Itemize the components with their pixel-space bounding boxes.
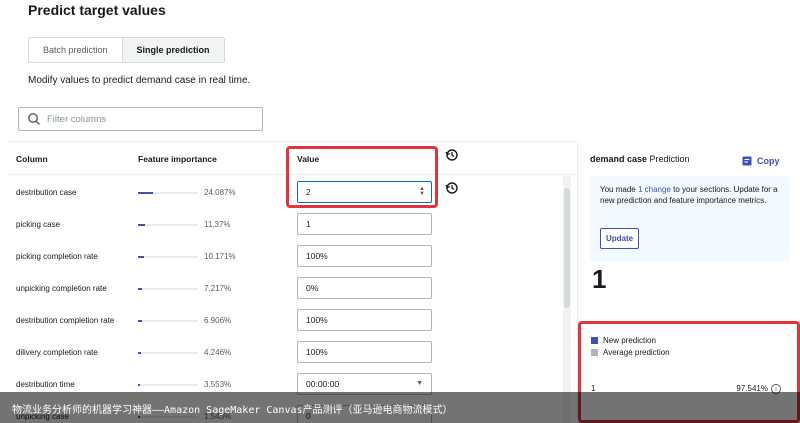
importance-bar — [138, 192, 198, 194]
column-name: dilivery completion rate — [16, 348, 98, 357]
history-icon[interactable] — [445, 148, 459, 162]
value-text: 00:00:00 — [306, 379, 340, 389]
value-text: 100% — [306, 251, 328, 261]
column-name: destribution completion rate — [16, 316, 115, 325]
table-scrollbar[interactable] — [563, 176, 571, 423]
reset-value-icon[interactable] — [445, 181, 459, 195]
column-name: destribution time — [16, 380, 75, 389]
value-input[interactable]: 1 — [297, 213, 432, 235]
table-header: Column Feature importance Value — [8, 141, 575, 175]
importance-bar-fill — [138, 288, 143, 290]
table-row: destribution completion rate 6.906% 100% — [8, 305, 563, 337]
page-title: Predict target values — [28, 2, 166, 18]
copy-label: Copy — [757, 156, 780, 166]
column-name: picking case — [16, 220, 61, 229]
value-text: 2 — [306, 187, 311, 197]
value-input[interactable]: 100% — [297, 341, 432, 363]
importance-bar — [138, 224, 198, 226]
legend-label-new: New prediction — [603, 335, 656, 345]
importance-bar — [138, 352, 198, 354]
column-header: Column — [16, 154, 48, 164]
update-button[interactable]: Update — [600, 228, 640, 249]
importance-percent: 11.37% — [204, 220, 231, 229]
legend-swatch-new — [591, 336, 598, 344]
legend-swatch-average — [591, 348, 598, 356]
value-text: 100% — [306, 315, 328, 325]
importance-percent: 6.906% — [204, 316, 232, 325]
filter-columns-field[interactable] — [18, 107, 263, 131]
legend-average-prediction: Average prediction — [591, 346, 670, 358]
prediction-value: 1 — [592, 264, 607, 294]
tab-batch-prediction[interactable]: Batch prediction — [29, 38, 122, 62]
importance-percent: 7.217% — [204, 284, 232, 293]
importance-bar-fill — [138, 256, 145, 258]
legend-new-prediction: New prediction — [591, 334, 670, 346]
importance-header: Feature importance — [138, 154, 217, 164]
feature-table: Column Feature importance Value destribu… — [8, 141, 575, 423]
search-icon — [28, 113, 40, 125]
chevron-down-icon[interactable]: ▼ — [416, 380, 423, 387]
importance-bar-fill — [138, 224, 146, 226]
column-name: unpicking completion rate — [16, 284, 107, 293]
copy-icon — [742, 156, 752, 166]
value-input[interactable]: 0% — [297, 277, 432, 299]
table-row: unpicking completion rate 7.217% 0% — [8, 273, 563, 305]
importance-bar — [138, 320, 198, 322]
importance-percent: 4.246% — [204, 348, 232, 357]
number-stepper-icon[interactable]: ▲ ▼ — [419, 186, 425, 197]
importance-bar — [138, 384, 198, 386]
column-name: destribution case — [16, 188, 77, 197]
importance-bar-fill — [138, 320, 143, 322]
legend-label-average: Average prediction — [603, 347, 670, 357]
tab-single-prediction[interactable]: Single prediction — [121, 38, 224, 62]
scrollbar-thumb[interactable] — [564, 188, 570, 308]
value-input[interactable]: 100% — [297, 245, 432, 267]
target-column-name: demand case — [590, 154, 648, 164]
copy-button[interactable]: Copy — [742, 156, 780, 166]
notice-text-start: You made — [600, 185, 638, 194]
importance-bar — [138, 256, 198, 258]
value-input[interactable]: 2 ▲ ▼ — [297, 181, 432, 203]
importance-percent: 10.171% — [204, 252, 236, 261]
prediction-mode-toggle: Batch prediction Single prediction — [28, 37, 225, 63]
importance-percent: 3.553% — [204, 380, 232, 389]
value-text: 1 — [306, 219, 311, 229]
table-row: dilivery completion rate 4.246% 100% — [8, 337, 563, 369]
filter-columns-input[interactable] — [47, 113, 247, 125]
value-input[interactable]: 100% — [297, 309, 432, 331]
importance-percent: 24.087% — [204, 188, 236, 197]
page-subtitle: Modify values to predict demand case in … — [28, 75, 251, 86]
prediction-legend: New prediction Average prediction — [591, 334, 670, 358]
importance-bar — [138, 288, 198, 290]
table-row: destribution case 24.087% 2 ▲ ▼ — [8, 177, 563, 209]
importance-bar-fill — [138, 352, 141, 354]
prediction-panel: demand case Prediction Copy You made 1 c… — [577, 141, 800, 423]
value-header: Value — [297, 154, 320, 164]
table-row: picking completion rate 10.171% 100% — [8, 241, 563, 273]
prediction-panel-title: demand case Prediction — [590, 154, 690, 164]
value-text: 0% — [306, 283, 319, 293]
caption-text: 物流业务分析师的机器学习神器——Amazon SageMaker Canvas产… — [12, 405, 453, 416]
importance-bar-fill — [138, 384, 141, 386]
column-name: picking completion rate — [16, 252, 98, 261]
table-row: picking case 11.37% 1 — [8, 209, 563, 241]
caption-banner: 物流业务分析师的机器学习神器——Amazon SageMaker Canvas产… — [0, 392, 800, 423]
notice-change-link[interactable]: 1 change — [638, 185, 671, 194]
update-notice: You made 1 change to your sections. Upda… — [590, 176, 790, 261]
value-text: 100% — [306, 347, 328, 357]
prediction-label: Prediction — [647, 154, 690, 164]
importance-bar-fill — [138, 192, 153, 194]
